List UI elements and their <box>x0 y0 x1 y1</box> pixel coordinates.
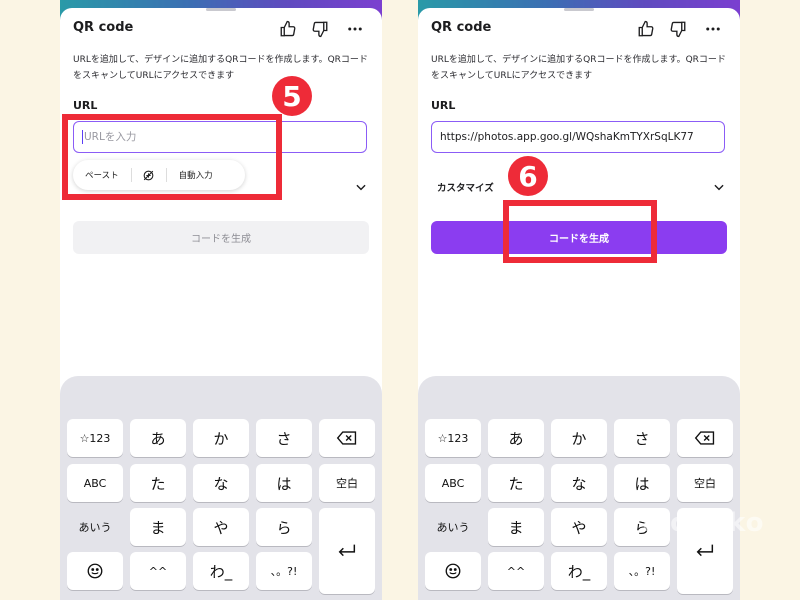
enter-icon <box>338 544 356 557</box>
key-space[interactable]: 空白 <box>677 464 733 502</box>
keyboard: ☆123 あ か さ ABC た な は 空白 あいう ま や ら ^^ わ_ … <box>418 376 740 600</box>
key-na[interactable]: な <box>551 464 607 502</box>
key-punct[interactable]: 、。?! <box>614 552 670 590</box>
more-icon[interactable] <box>344 18 366 40</box>
emoji-icon <box>87 563 103 579</box>
highlight-box-step6 <box>503 200 657 263</box>
key-sa[interactable]: さ <box>256 419 312 457</box>
panel-grabber[interactable] <box>564 8 594 11</box>
thumbs-down-icon[interactable] <box>309 18 331 40</box>
key-space[interactable]: 空白 <box>319 464 375 502</box>
step-badge-6: 6 <box>508 156 548 196</box>
thumbs-up-icon[interactable] <box>277 18 299 40</box>
key-symbols[interactable]: ☆123 <box>67 419 123 457</box>
enter-icon <box>696 544 714 557</box>
key-symbols[interactable]: ☆123 <box>425 419 481 457</box>
keyboard: ☆123 あ か さ ABC た な は 空白 あいう ま や ら ^^ わ_ … <box>60 376 382 600</box>
emoji-key[interactable] <box>67 552 123 590</box>
chevron-down-icon <box>714 184 724 191</box>
key-kana[interactable]: あいう <box>67 508 123 546</box>
key-ta[interactable]: た <box>488 464 544 502</box>
key-ya[interactable]: や <box>551 508 607 546</box>
key-caret[interactable]: ^^ <box>130 552 186 590</box>
description-text: URLを追加して、デザインに追加するQRコードを作成します。QRコードをスキャン… <box>73 55 368 81</box>
url-input[interactable]: https://photos.app.goo.gl/WQshaKmTYXrSqL… <box>431 121 725 153</box>
highlight-box-step5 <box>62 114 282 200</box>
key-sa[interactable]: さ <box>614 419 670 457</box>
emoji-key[interactable] <box>425 552 481 590</box>
key-a[interactable]: あ <box>488 419 544 457</box>
key-a[interactable]: あ <box>130 419 186 457</box>
key-abc[interactable]: ABC <box>425 464 481 502</box>
panel-grabber[interactable] <box>206 8 236 11</box>
panel-title: QR code <box>73 20 134 35</box>
key-ma[interactable]: ま <box>130 508 186 546</box>
panel-title: QR code <box>431 20 492 35</box>
customize-row[interactable]: カスタマイズ <box>431 175 726 199</box>
key-wa[interactable]: わ_ <box>193 552 249 590</box>
step-badge-5: 5 <box>272 76 312 116</box>
backspace-key[interactable] <box>319 419 375 457</box>
key-wa[interactable]: わ_ <box>551 552 607 590</box>
key-kana[interactable]: あいう <box>425 508 481 546</box>
key-ha[interactable]: は <box>614 464 670 502</box>
description-text: URLを追加して、デザインに追加するQRコードを作成します。QRコードをスキャン… <box>431 55 726 81</box>
enter-key[interactable] <box>319 508 375 594</box>
key-ya[interactable]: や <box>193 508 249 546</box>
generate-code-button[interactable]: コードを生成 <box>73 221 369 254</box>
key-na[interactable]: な <box>193 464 249 502</box>
key-ka[interactable]: か <box>551 419 607 457</box>
key-abc[interactable]: ABC <box>67 464 123 502</box>
key-ta[interactable]: た <box>130 464 186 502</box>
phone-screen-left: QR code URLを追加して、デザインに追加するQRコードを作成します。QR… <box>60 0 382 600</box>
key-caret[interactable]: ^^ <box>488 552 544 590</box>
watermark: monnko <box>642 508 765 538</box>
backspace-icon <box>336 431 357 445</box>
url-label: URL <box>73 99 98 112</box>
emoji-icon <box>445 563 461 579</box>
more-icon[interactable] <box>702 18 724 40</box>
thumbs-up-icon[interactable] <box>635 18 657 40</box>
thumbs-down-icon[interactable] <box>667 18 689 40</box>
customize-label: カスタマイズ <box>437 183 494 194</box>
key-ha[interactable]: は <box>256 464 312 502</box>
key-punct[interactable]: 、。?! <box>256 552 312 590</box>
key-ra[interactable]: ら <box>256 508 312 546</box>
chevron-down-icon <box>356 184 366 191</box>
key-ka[interactable]: か <box>193 419 249 457</box>
backspace-key[interactable] <box>677 419 733 457</box>
url-label: URL <box>431 99 456 112</box>
key-ma[interactable]: ま <box>488 508 544 546</box>
backspace-icon <box>694 431 715 445</box>
